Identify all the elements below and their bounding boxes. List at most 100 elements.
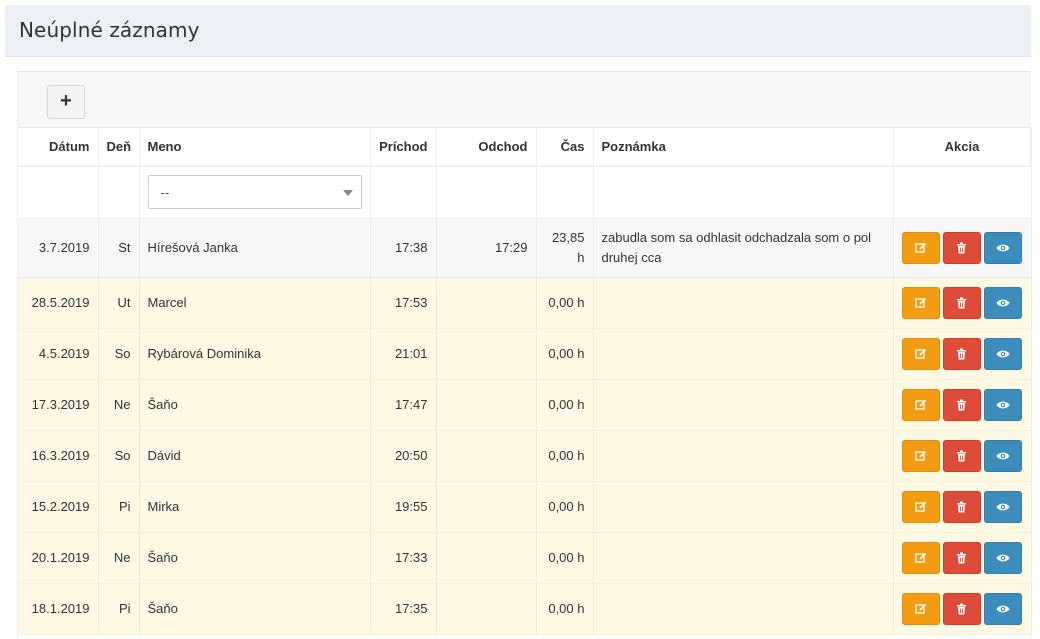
view-button[interactable] bbox=[984, 388, 1023, 421]
column-header-day[interactable]: Deň bbox=[98, 128, 140, 167]
edit-icon bbox=[915, 297, 927, 309]
cell-day: St bbox=[98, 218, 140, 278]
trash-icon bbox=[956, 297, 967, 309]
delete-button[interactable] bbox=[942, 337, 982, 370]
trash-icon bbox=[956, 399, 967, 411]
cell-name: Šaňo bbox=[139, 532, 371, 584]
cell-day: Ut bbox=[98, 277, 140, 329]
cell-time: 0,00 h bbox=[536, 277, 594, 329]
plus-icon: + bbox=[60, 90, 72, 112]
name-filter-select[interactable]: -- bbox=[147, 175, 362, 210]
cell-arrival: 19:55 bbox=[370, 481, 437, 533]
column-header-actions: Akcia bbox=[893, 128, 1032, 167]
cell-note bbox=[593, 481, 894, 533]
edit-button[interactable] bbox=[901, 541, 940, 574]
edit-button[interactable] bbox=[901, 439, 940, 472]
edit-icon bbox=[915, 399, 927, 411]
cell-departure: 17:29 bbox=[436, 218, 537, 278]
cell-date: 20.1.2019 bbox=[18, 532, 99, 584]
trash-icon bbox=[956, 552, 967, 564]
view-button[interactable] bbox=[984, 337, 1023, 370]
page-title: Neúplné záznamy bbox=[19, 18, 200, 42]
cell-day: Ne bbox=[98, 379, 140, 431]
cell-date: 17.3.2019 bbox=[18, 379, 99, 431]
cell-note: zabudla som sa odhlasit odchadzala som o… bbox=[593, 218, 894, 278]
chevron-down-icon bbox=[342, 190, 353, 197]
edit-button[interactable] bbox=[901, 231, 940, 264]
cell-date: 3.7.2019 bbox=[18, 218, 99, 278]
view-button[interactable] bbox=[984, 592, 1023, 625]
add-record-button[interactable]: + bbox=[47, 85, 85, 119]
column-header-note[interactable]: Poznámka bbox=[593, 128, 894, 167]
table-row: 28.5.2019 Ut Marcel 17:53 0,00 h bbox=[18, 277, 1032, 329]
view-button[interactable] bbox=[984, 439, 1023, 472]
edit-icon bbox=[915, 603, 927, 615]
edit-icon bbox=[915, 450, 927, 462]
cell-time: 0,00 h bbox=[536, 583, 594, 635]
trash-icon bbox=[956, 501, 967, 513]
trash-icon bbox=[956, 348, 967, 360]
cell-departure bbox=[436, 430, 537, 482]
delete-button[interactable] bbox=[942, 490, 982, 523]
eye-icon bbox=[996, 451, 1010, 461]
cell-name: Hírešová Janka bbox=[139, 218, 371, 278]
edit-button[interactable] bbox=[901, 286, 940, 319]
eye-icon bbox=[996, 604, 1010, 614]
edit-button[interactable] bbox=[901, 388, 940, 421]
cell-arrival: 17:38 bbox=[370, 218, 437, 278]
column-header-time[interactable]: Čas bbox=[536, 128, 594, 167]
column-header-date[interactable]: Dátum bbox=[18, 128, 99, 167]
delete-button[interactable] bbox=[942, 388, 982, 421]
edit-button[interactable] bbox=[901, 592, 940, 625]
view-button[interactable] bbox=[984, 286, 1023, 319]
delete-button[interactable] bbox=[942, 231, 982, 264]
edit-button[interactable] bbox=[901, 490, 940, 523]
cell-actions bbox=[893, 277, 1032, 329]
records-box: + Dátum Deň Meno Príchod Odchod Čas Pozn… bbox=[17, 71, 1032, 639]
cell-time: 0,00 h bbox=[536, 481, 594, 533]
cell-departure bbox=[436, 583, 537, 635]
table-row: 15.2.2019 Pi Mirka 19:55 0,00 h bbox=[18, 481, 1032, 533]
time-unit: h bbox=[577, 249, 585, 265]
name-filter-value: -- bbox=[160, 185, 170, 201]
view-button[interactable] bbox=[984, 490, 1023, 523]
cell-name: Šaňo bbox=[139, 379, 371, 431]
cell-note bbox=[593, 532, 894, 584]
cell-name: Mirka bbox=[139, 481, 371, 533]
cell-note bbox=[593, 277, 894, 329]
cell-name: Dávid bbox=[139, 430, 371, 482]
delete-button[interactable] bbox=[942, 286, 982, 319]
toolbar: + bbox=[18, 72, 1031, 128]
edit-button[interactable] bbox=[901, 337, 940, 370]
eye-icon bbox=[996, 298, 1010, 308]
cell-arrival: 17:47 bbox=[370, 379, 437, 431]
eye-icon bbox=[996, 400, 1010, 410]
edit-icon bbox=[915, 242, 927, 254]
cell-note bbox=[593, 379, 894, 431]
cell-actions bbox=[893, 379, 1032, 431]
cell-actions bbox=[893, 328, 1032, 380]
eye-icon bbox=[996, 349, 1010, 359]
eye-icon bbox=[996, 243, 1010, 253]
column-header-arrival[interactable]: Príchod bbox=[370, 128, 437, 167]
cell-time: 0,00 h bbox=[536, 430, 594, 482]
cell-name: Rybárová Dominika bbox=[139, 328, 371, 380]
cell-arrival: 17:53 bbox=[370, 277, 437, 329]
filter-row: -- bbox=[18, 166, 1032, 219]
column-header-departure[interactable]: Odchod bbox=[436, 128, 537, 167]
edit-icon bbox=[915, 348, 927, 360]
cell-arrival: 20:50 bbox=[370, 430, 437, 482]
view-button[interactable] bbox=[984, 231, 1023, 264]
view-button[interactable] bbox=[984, 541, 1023, 574]
cell-departure bbox=[436, 481, 537, 533]
delete-button[interactable] bbox=[942, 439, 982, 472]
delete-button[interactable] bbox=[942, 592, 982, 625]
delete-button[interactable] bbox=[942, 541, 982, 574]
cell-actions bbox=[893, 481, 1032, 533]
column-header-name[interactable]: Meno bbox=[139, 128, 371, 167]
cell-departure bbox=[436, 532, 537, 584]
table-header-row: Dátum Deň Meno Príchod Odchod Čas Poznám… bbox=[18, 128, 1032, 167]
cell-arrival: 17:35 bbox=[370, 583, 437, 635]
eye-icon bbox=[996, 502, 1010, 512]
cell-time: 0,00 h bbox=[536, 328, 594, 380]
